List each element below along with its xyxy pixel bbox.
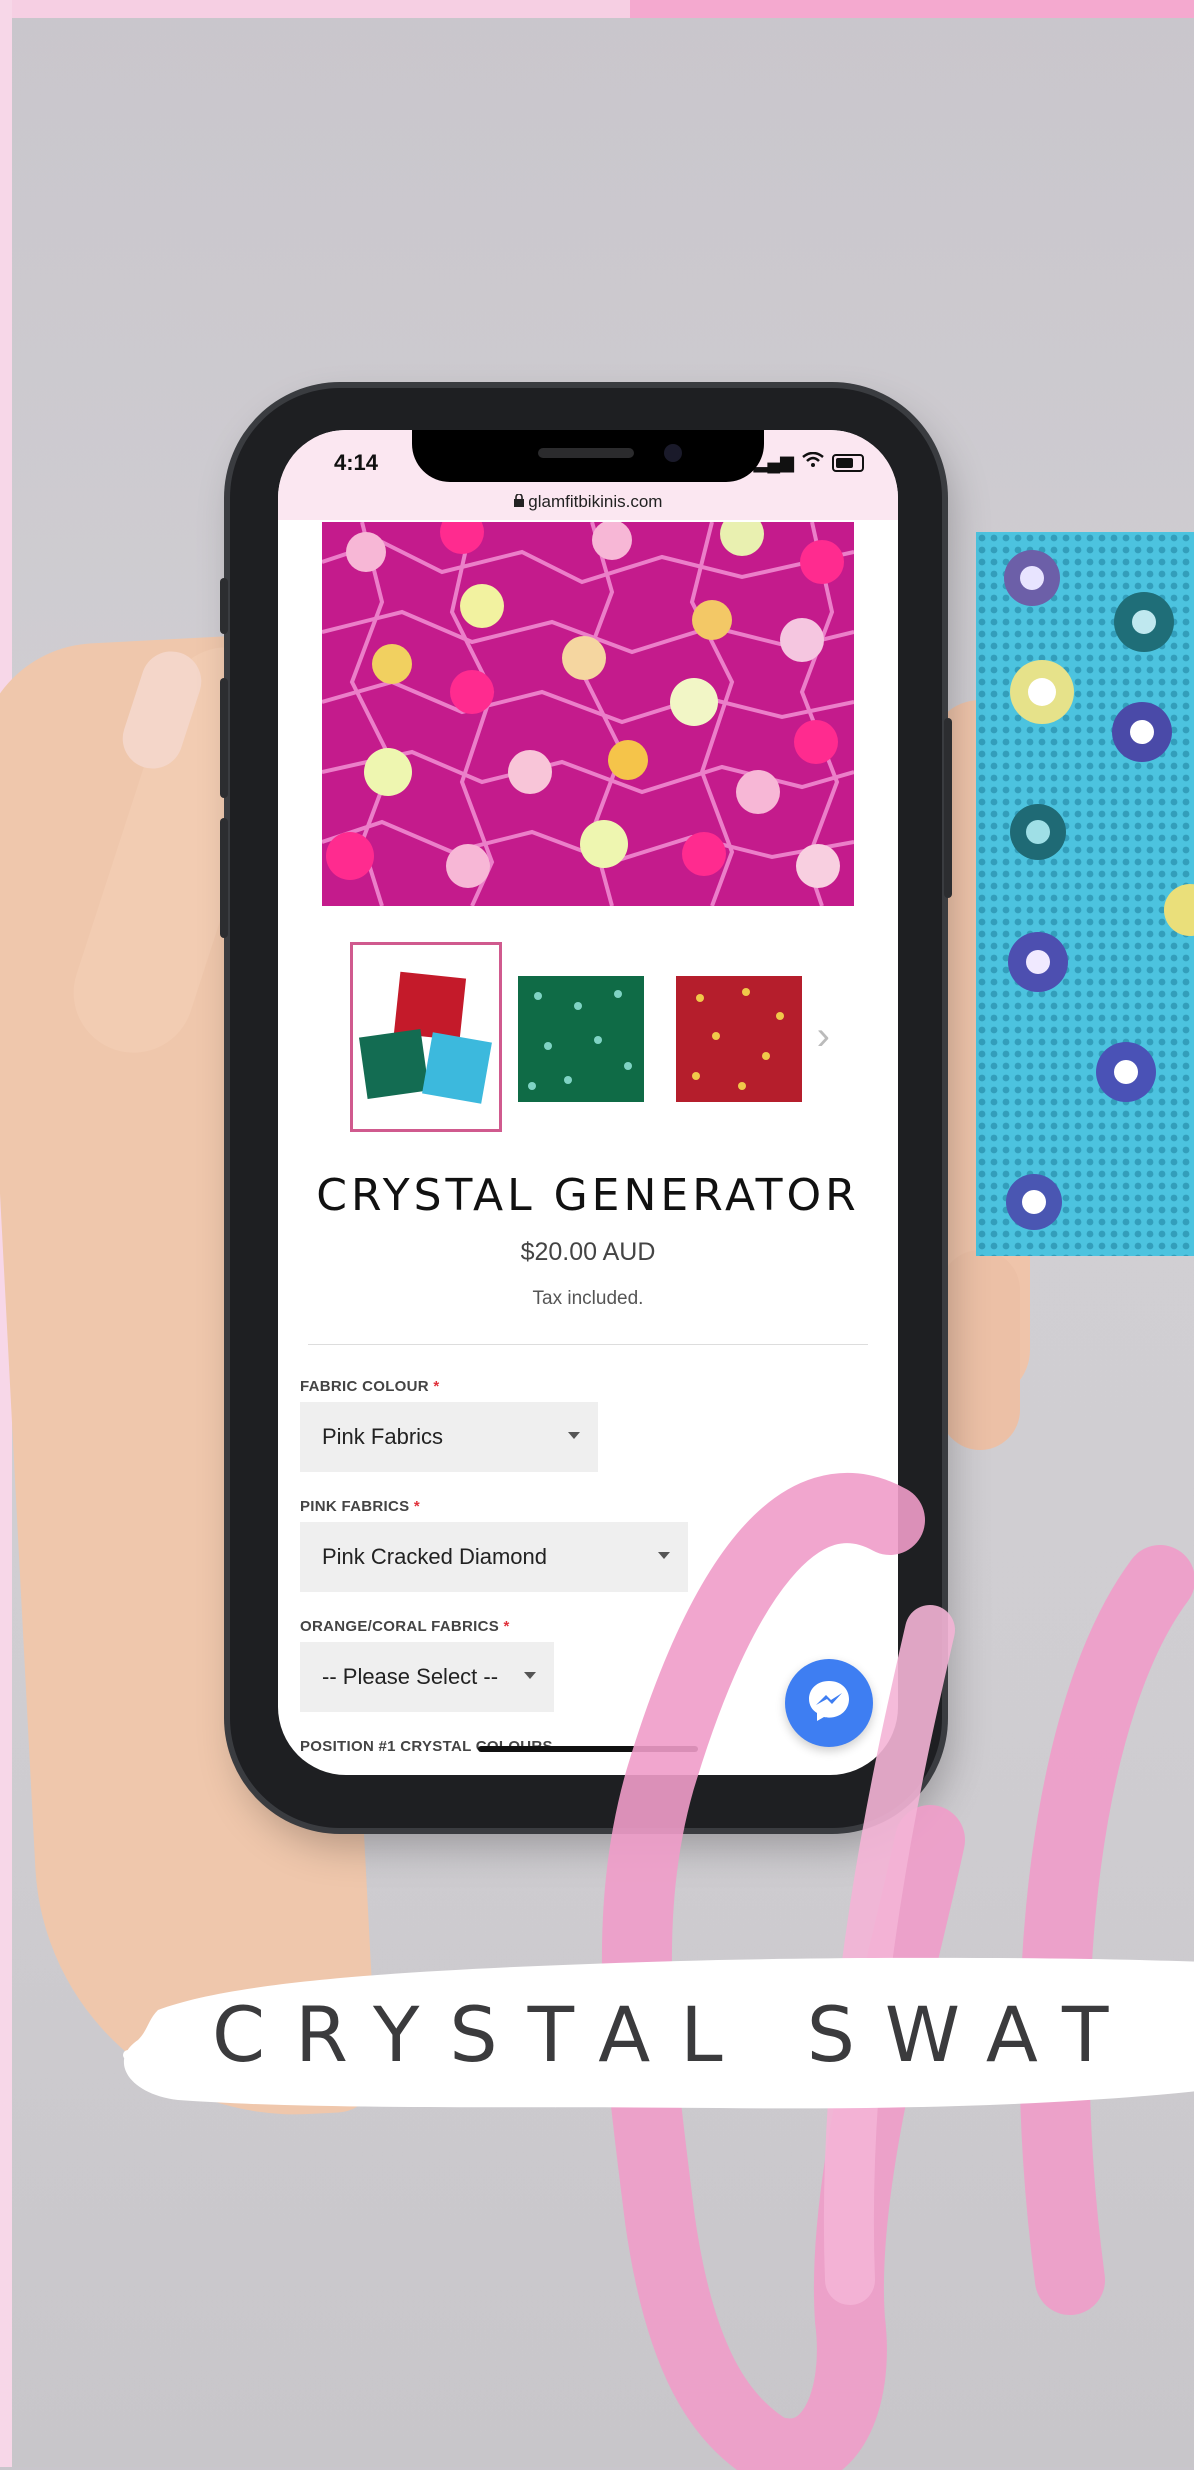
wifi-icon <box>802 451 824 473</box>
pink-fabrics-select[interactable]: Pink Cracked Diamond <box>300 1522 688 1592</box>
orange-coral-fabrics-value: -- Please Select -- <box>322 1664 499 1689</box>
pink-fabrics-label: PINK FABRICS * <box>300 1498 420 1515</box>
required-asterisk: * <box>433 1378 440 1395</box>
product-main-image[interactable] <box>322 522 854 906</box>
speaker-grille <box>538 448 634 458</box>
divider <box>308 1344 868 1345</box>
phone-screen: 4:14 ▂▄▆ glamfitbikinis.com › CRYSTAL GE… <box>278 430 898 1775</box>
lock-icon <box>513 492 529 511</box>
fabric-colour-select[interactable]: Pink Fabrics <box>300 1402 598 1472</box>
notch <box>412 430 764 482</box>
status-icons: ▂▄▆ <box>754 451 864 473</box>
messenger-chat-button[interactable] <box>785 1659 873 1747</box>
top-stripe-accent <box>630 0 1194 18</box>
tax-note: Tax included. <box>532 1288 644 1309</box>
volume-up-button <box>220 678 228 798</box>
orange-coral-fabrics-select[interactable]: -- Please Select -- <box>300 1642 554 1712</box>
battery-icon <box>832 453 864 472</box>
banner-title: CRYSTAL SWAT <box>212 1990 1139 2079</box>
thumbnail-2[interactable] <box>518 976 644 1102</box>
required-asterisk: * <box>413 1498 421 1515</box>
orange-coral-fabrics-label: ORANGE/CORAL FABRICS * <box>300 1618 510 1635</box>
fabric-colour-label: FABRIC COLOUR * <box>300 1378 440 1395</box>
thumbnail-1[interactable] <box>350 942 502 1132</box>
required-asterisk: * <box>503 1618 510 1635</box>
caret-down-icon <box>658 1552 670 1559</box>
chevron-right-icon[interactable]: › <box>817 1014 830 1059</box>
product-price: $20.00 AUD <box>520 1238 656 1266</box>
mute-switch <box>220 578 228 634</box>
volume-down-button <box>220 818 228 938</box>
home-indicator <box>478 1746 698 1752</box>
caret-down-icon <box>568 1432 580 1439</box>
address-url: glamfitbikinis.com <box>528 492 663 511</box>
product-title: CRYSTAL GENERATOR <box>316 1170 860 1221</box>
phone-device: 4:14 ▂▄▆ glamfitbikinis.com › CRYSTAL GE… <box>220 388 952 1828</box>
pink-fabrics-value: Pink Cracked Diamond <box>322 1544 547 1569</box>
fabric-colour-value: Pink Fabrics <box>322 1424 444 1449</box>
top-stripe <box>0 0 1194 18</box>
orange-coral-fabrics-label-text: ORANGE/CORAL FABRICS <box>300 1618 500 1635</box>
caret-down-icon <box>524 1672 536 1679</box>
address-bar[interactable]: glamfitbikinis.com <box>278 492 898 512</box>
pink-fabrics-label-text: PINK FABRICS <box>300 1498 410 1515</box>
front-camera <box>664 444 682 462</box>
blue-crystal-swatch-image <box>976 532 1194 1256</box>
messenger-icon <box>805 1677 853 1730</box>
status-time: 4:14 <box>334 450 379 475</box>
thumbnail-3[interactable] <box>676 976 802 1102</box>
fabric-colour-label-text: FABRIC COLOUR <box>300 1378 429 1395</box>
side-button <box>944 718 952 898</box>
product-thumbnails: › <box>350 942 870 1142</box>
hand-finger-tip <box>940 1250 1020 1450</box>
